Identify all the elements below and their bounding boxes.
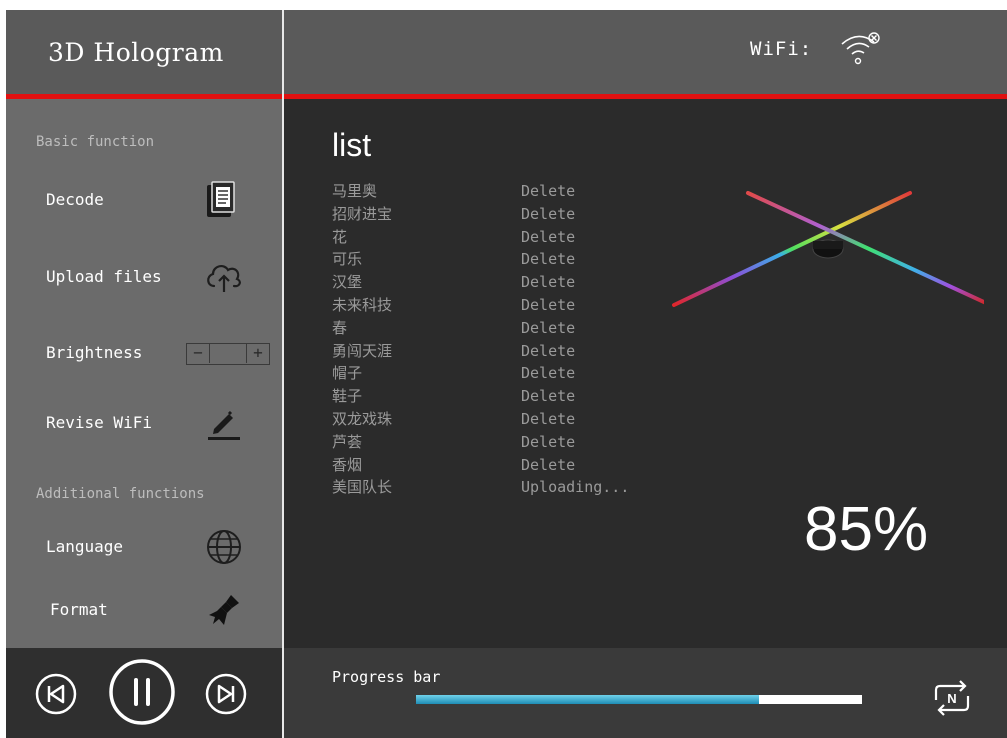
file-name: 汉堡 [332, 273, 363, 292]
edit-pencil-icon [200, 401, 248, 445]
menu-item-brightness: Brightness − + [6, 329, 282, 379]
file-name: 帽子 [332, 364, 363, 383]
brightness-decrease-button[interactable]: − [187, 344, 210, 363]
menu-item-language[interactable]: Language [6, 523, 282, 573]
wifi-disconnected-icon [841, 32, 880, 65]
upload-status: Uploading... [521, 478, 630, 497]
file-name: 鞋子 [332, 387, 363, 406]
header-accent-line [6, 94, 282, 99]
file-name: 未来科技 [332, 295, 393, 314]
list-item: 勇闯天涯 Delete [332, 342, 732, 365]
file-name: 马里奥 [332, 182, 378, 200]
previous-icon [35, 673, 77, 715]
delete-link[interactable]: Delete [521, 364, 575, 382]
file-name: 香烟 [332, 455, 363, 474]
list-item: 春 Delete [332, 319, 732, 342]
wifi-button[interactable] [838, 26, 884, 72]
menu-item-format[interactable]: Format [6, 586, 282, 636]
menu-item-revise-wifi[interactable]: Revise WiFi [6, 399, 282, 449]
globe-icon [200, 525, 248, 569]
delete-link[interactable]: Delete [521, 228, 575, 246]
delete-link[interactable]: Delete [521, 319, 575, 337]
delete-link[interactable]: Delete [521, 433, 575, 451]
pause-button[interactable] [108, 658, 176, 726]
list-item: 芦荟 Delete [332, 433, 732, 456]
sidebar: 3D Hologram Basic function Decode Upload… [6, 10, 282, 738]
menu-item-label: Brightness [46, 343, 143, 362]
list-item: 帽子 Delete [332, 364, 732, 387]
player-controls [6, 648, 282, 738]
delete-link[interactable]: Delete [521, 205, 575, 223]
file-name: 芦荟 [332, 432, 363, 451]
list-item: 双龙戏珠 Delete [332, 410, 732, 433]
top-bar: WiFi: [284, 10, 1007, 94]
previous-button[interactable] [34, 672, 78, 716]
loop-button[interactable]: N [930, 678, 974, 718]
next-button[interactable] [204, 672, 248, 716]
svg-text:N: N [947, 691, 956, 706]
wifi-label: WiFi: [750, 38, 813, 60]
list-item: 鞋子 Delete [332, 387, 732, 410]
progress-fill [416, 695, 760, 704]
list-item: 香烟 Delete [332, 456, 732, 479]
list-title: list [332, 127, 372, 163]
progress-label: Progress bar [332, 668, 441, 686]
delete-link[interactable]: Delete [521, 250, 575, 268]
app-window: 3D Hologram Basic function Decode Upload… [6, 10, 1007, 738]
delete-link[interactable]: Delete [521, 273, 575, 291]
delete-link[interactable]: Delete [521, 342, 575, 360]
delete-link[interactable]: Delete [521, 387, 575, 405]
brush-icon [200, 588, 248, 632]
brightness-stepper: − + [186, 343, 270, 365]
menu-item-upload-files[interactable]: Upload files [6, 253, 282, 303]
brightness-increase-button[interactable]: + [246, 344, 269, 363]
file-name: 花 [332, 227, 348, 246]
list-item: 美国队长 Uploading... [332, 478, 732, 501]
additional-section-label: Additional functions [36, 486, 205, 502]
delete-link[interactable]: Delete [521, 182, 575, 200]
pause-icon [109, 659, 175, 725]
progress-bar[interactable] [416, 695, 862, 704]
main-content: list 马里奥 Delete 招财进宝 Delete 花 Delete 可乐 Dele… [284, 99, 1007, 648]
next-icon [205, 673, 247, 715]
delete-link[interactable]: Delete [521, 296, 575, 314]
basic-section-label: Basic function [36, 134, 155, 150]
menu-item-label: Decode [46, 190, 104, 209]
file-name: 双龙戏珠 [332, 409, 393, 428]
document-icon [197, 178, 245, 222]
menu-item-label: Upload files [46, 267, 162, 286]
menu-item-label: Revise WiFi [46, 413, 152, 432]
hologram-fan-image [672, 191, 984, 307]
upload-percent: 85% [804, 495, 929, 564]
file-name: 美国队长 [332, 478, 393, 497]
file-name: 勇闯天涯 [332, 341, 393, 360]
loop-n-icon: N [934, 680, 970, 716]
cloud-upload-icon [200, 255, 248, 299]
file-name: 春 [332, 318, 348, 337]
menu-item-label: Language [46, 537, 124, 556]
file-name: 可乐 [332, 250, 363, 269]
delete-link[interactable]: Delete [521, 456, 575, 474]
brand-header: 3D Hologram [6, 10, 282, 94]
progress-footer: Progress bar N [284, 648, 1007, 738]
delete-link[interactable]: Delete [521, 410, 575, 428]
app-title: 3D Hologram [48, 38, 224, 67]
menu-item-label: Format [50, 600, 108, 619]
menu-item-decode[interactable]: Decode [6, 176, 282, 226]
file-name: 招财进宝 [332, 204, 393, 223]
